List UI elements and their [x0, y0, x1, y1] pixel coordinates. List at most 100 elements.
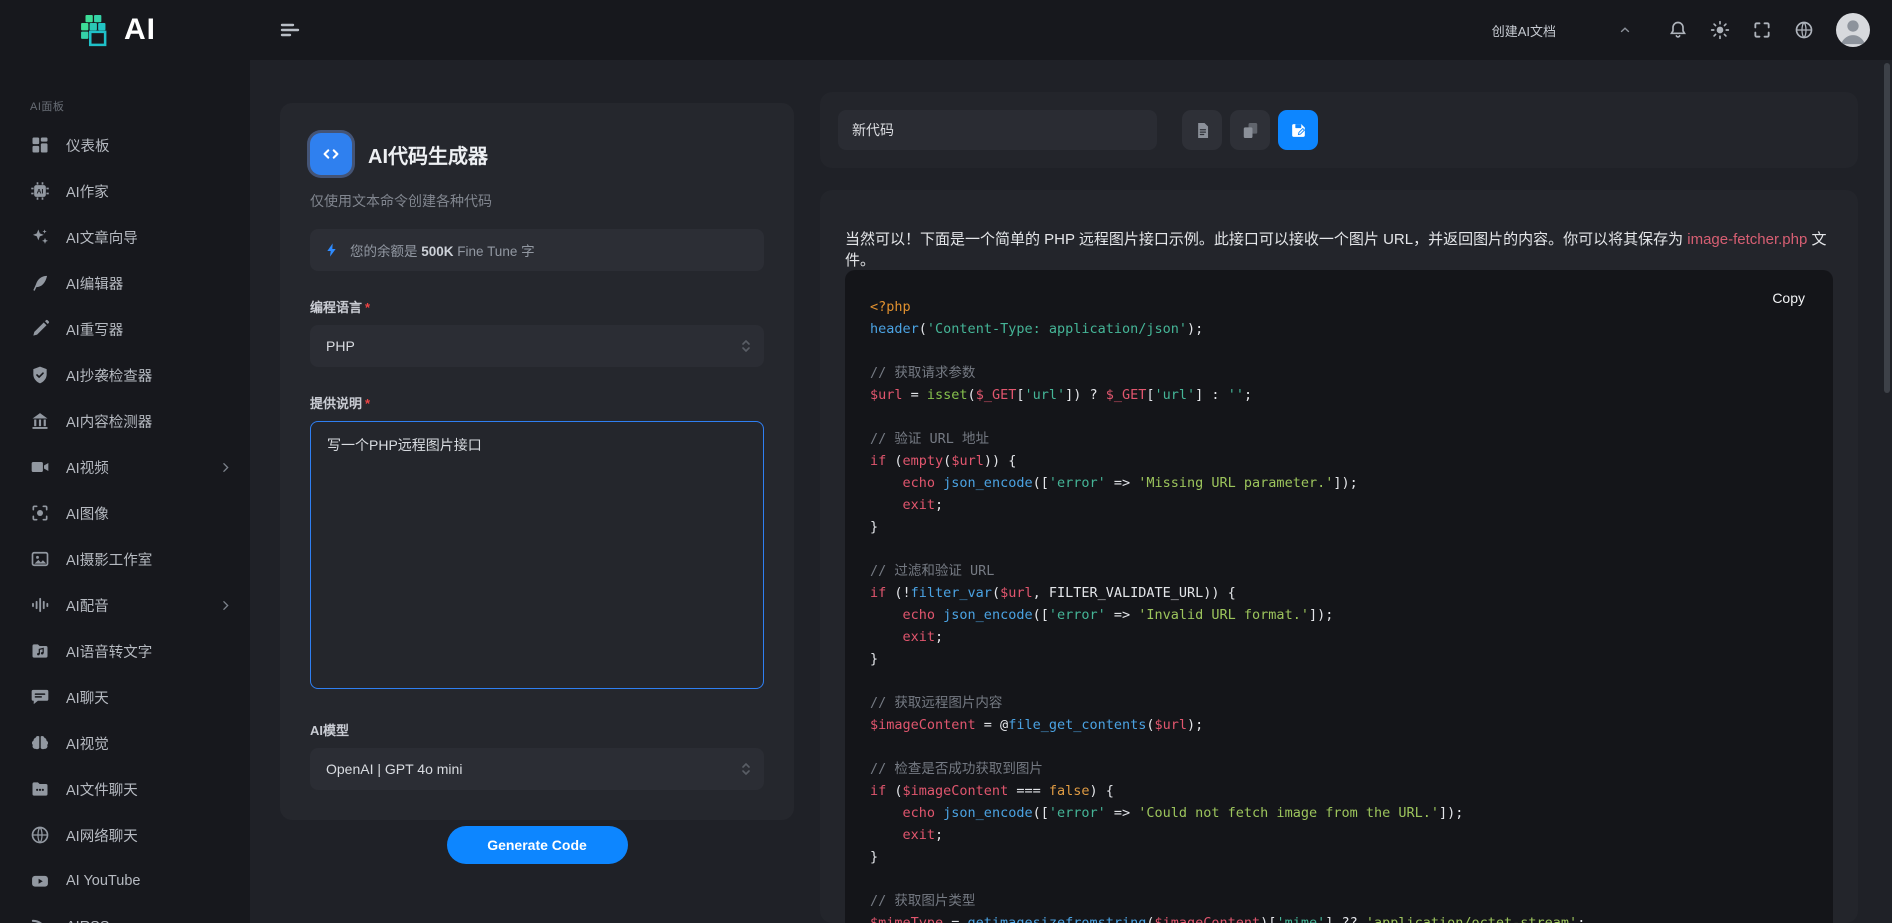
sidebar-item-label: AI语音转文字: [66, 641, 152, 662]
navbar-actions: 创建AI文档: [1492, 0, 1870, 60]
document-title-input[interactable]: [838, 110, 1157, 150]
hamburger-menu-icon[interactable]: [278, 18, 302, 42]
save-document-button[interactable]: [1278, 110, 1318, 150]
sidebar-item[interactable]: AI网络聊天: [0, 812, 250, 858]
sidebar-item[interactable]: AI聊天: [0, 674, 250, 720]
logo-cube-icon: [76, 11, 114, 49]
sidebar-item[interactable]: AI重写器: [0, 306, 250, 352]
sidebar-item[interactable]: AI摄影工作室: [0, 536, 250, 582]
new-document-button[interactable]: [1182, 110, 1222, 150]
code-block: Copy <?phpheader('Content-Type: applicat…: [845, 270, 1833, 923]
sun-icon[interactable]: [1710, 20, 1730, 40]
code-line: header('Content-Type: application/json')…: [870, 318, 1808, 340]
sidebar-item[interactable]: AI抄袭检查器: [0, 352, 250, 398]
code-line: [870, 538, 1808, 560]
chevron-up-icon[interactable]: [1618, 23, 1632, 37]
generate-code-button[interactable]: Generate Code: [447, 826, 628, 864]
copy-icon: [1241, 121, 1260, 140]
sidebar-item-label: AIRSS: [66, 919, 110, 923]
sidebar-item[interactable]: AI图像: [0, 490, 250, 536]
sidebar-item[interactable]: AI文件聊天: [0, 766, 250, 812]
document-icon: [1193, 121, 1212, 140]
bolt-icon: [324, 242, 340, 258]
intro-filename: image-fetcher.php: [1687, 231, 1807, 248]
code-line: exit;: [870, 494, 1808, 516]
instructions-label: 提供说明*: [310, 393, 764, 412]
sidebar-item-label: AI网络聊天: [66, 825, 138, 846]
code-line: [870, 670, 1808, 692]
code-line: // 检查是否成功获取到图片: [870, 758, 1808, 780]
create-ai-doc-button[interactable]: 创建AI文档: [1492, 21, 1556, 40]
code-line: // 获取请求参数: [870, 362, 1808, 384]
sidebar-item[interactable]: 仪表板: [0, 122, 250, 168]
sidebar-item-label: AI摄影工作室: [66, 549, 152, 570]
code-line: // 过滤和验证 URL: [870, 560, 1808, 582]
code-generator-card: AI代码生成器 仅使用文本命令创建各种代码 您的余额是 500K Fine Tu…: [280, 103, 794, 820]
vision-icon: [30, 733, 50, 753]
sidebar-item-label: 仪表板: [66, 135, 110, 156]
user-avatar[interactable]: [1836, 13, 1870, 47]
video-icon: [30, 457, 50, 477]
sidebar-section-label: AI面板: [30, 98, 250, 114]
image-focus-icon: [30, 503, 50, 523]
code-line: [870, 406, 1808, 428]
rss-icon: [30, 917, 50, 923]
fullscreen-icon[interactable]: [1752, 20, 1772, 40]
app-logo[interactable]: AI: [76, 11, 156, 49]
sidebar-item-label: AI文件聊天: [66, 779, 138, 800]
code-line: $mimeType = getimagesizefromstring($imag…: [870, 912, 1808, 923]
shield-check-icon: [30, 365, 50, 385]
output-panel: 当然可以！下面是一个简单的 PHP 远程图片接口示例。此接口可以接收一个图片 U…: [820, 190, 1858, 923]
code-line: }: [870, 648, 1808, 670]
code-line: exit;: [870, 824, 1808, 846]
sidebar-item-label: AI YouTube: [66, 873, 140, 889]
sidebar-item[interactable]: AI YouTube: [0, 858, 250, 904]
voiceover-icon: [30, 595, 50, 615]
sidebar-item[interactable]: AIAI作家: [0, 168, 250, 214]
chat-icon: [30, 687, 50, 707]
page-subtitle: 仅使用文本命令创建各种代码: [310, 191, 764, 211]
code-line: }: [870, 846, 1808, 868]
page-title: AI代码生成器: [368, 140, 488, 169]
pencil-icon: [30, 319, 50, 339]
sidebar-item[interactable]: AI视频: [0, 444, 250, 490]
window-scrollbar[interactable]: [1884, 63, 1890, 393]
sidebar-item-label: AI编辑器: [66, 273, 123, 294]
sidebar-item[interactable]: AI语音转文字: [0, 628, 250, 674]
sidebar-item-label: AI视频: [66, 457, 109, 478]
code-line: [870, 340, 1808, 362]
sidebar-item-label: AI图像: [66, 503, 109, 524]
sidebar-item[interactable]: AI文章向导: [0, 214, 250, 260]
required-asterisk: *: [365, 300, 370, 315]
globe-icon[interactable]: [1794, 20, 1814, 40]
sidebar-item-label: AI重写器: [66, 319, 123, 340]
sidebar-item[interactable]: AI内容检测器: [0, 398, 250, 444]
sparkles-icon: [30, 227, 50, 247]
sidebar-item-label: AI文章向导: [66, 227, 138, 248]
youtube-icon: [30, 871, 50, 891]
sidebar-item-label: AI视觉: [66, 733, 109, 754]
speech-to-text-icon: [30, 641, 50, 661]
bell-icon[interactable]: [1668, 20, 1688, 40]
code-line: $url = isset($_GET['url']) ? $_GET['url'…: [870, 384, 1808, 406]
language-select[interactable]: PHP: [310, 325, 764, 367]
instructions-textarea[interactable]: [310, 421, 764, 689]
model-select[interactable]: OpenAI | GPT 4o mini: [310, 748, 764, 790]
code-line: if (!filter_var($url, FILTER_VALIDATE_UR…: [870, 582, 1808, 604]
language-label: 编程语言*: [310, 297, 764, 316]
detector-icon: [30, 411, 50, 431]
model-label: AI模型: [310, 720, 764, 739]
code-lines: <?phpheader('Content-Type: application/j…: [870, 296, 1808, 923]
code-line: // 验证 URL 地址: [870, 428, 1808, 450]
sidebar-item[interactable]: AI编辑器: [0, 260, 250, 306]
sidebar-item[interactable]: AI配音: [0, 582, 250, 628]
code-line: // 获取图片类型: [870, 890, 1808, 912]
sidebar-item[interactable]: AIRSS: [0, 904, 250, 923]
code-line: if ($imageContent === false) {: [870, 780, 1808, 802]
sidebar-item[interactable]: AI视觉: [0, 720, 250, 766]
duplicate-button[interactable]: [1230, 110, 1270, 150]
code-line: echo json_encode(['error' => 'Invalid UR…: [870, 604, 1808, 626]
copy-code-button[interactable]: Copy: [1772, 290, 1805, 306]
code-line: if (empty($url)) {: [870, 450, 1808, 472]
sidebar-item-label: AI内容检测器: [66, 411, 152, 432]
